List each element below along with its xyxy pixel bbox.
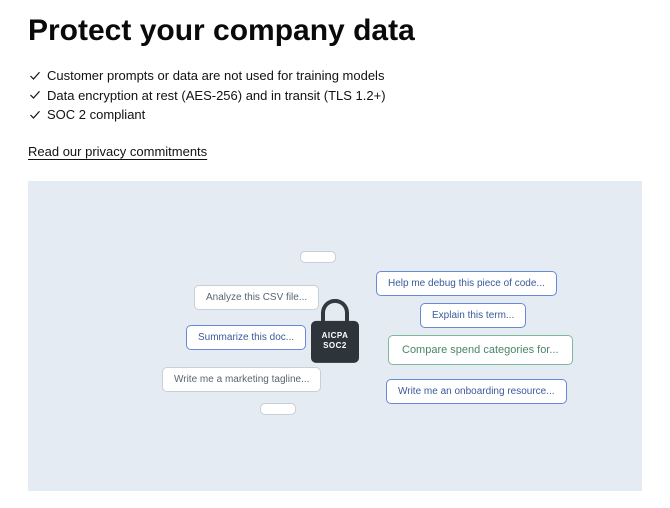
prompt-chip-explain: Explain this term... (420, 303, 526, 328)
privacy-link[interactable]: Read our privacy commitments (28, 144, 207, 159)
check-icon (28, 69, 41, 82)
prompt-chip-analyze-csv: Analyze this CSV file... (194, 285, 319, 310)
decorative-chip (260, 403, 296, 415)
list-item: Customer prompts or data are not used fo… (28, 66, 642, 86)
list-item-text: Data encryption at rest (AES-256) and in… (47, 86, 386, 106)
list-item: SOC 2 compliant (28, 105, 642, 125)
feature-list: Customer prompts or data are not used fo… (28, 66, 642, 125)
check-icon (28, 108, 41, 121)
lock-label-line2: SOC2 (323, 342, 347, 351)
prompt-chip-compare-spend: Compare spend categories for... (388, 335, 573, 365)
list-item-text: Customer prompts or data are not used fo… (47, 66, 384, 86)
illustration-panel: Analyze this CSV file... Write me a mark… (28, 181, 642, 491)
check-icon (28, 89, 41, 102)
prompt-chip-marketing: Write me a marketing tagline... (162, 367, 321, 392)
lock-icon: AICPA SOC2 (307, 298, 363, 362)
list-item-text: SOC 2 compliant (47, 105, 145, 125)
prompt-chip-onboarding: Write me an onboarding resource... (386, 379, 567, 404)
lock-label-line1: AICPA (322, 332, 349, 341)
list-item: Data encryption at rest (AES-256) and in… (28, 86, 642, 106)
page-title: Protect your company data (28, 14, 642, 48)
decorative-chip (300, 251, 336, 263)
prompt-chip-debug: Help me debug this piece of code... (376, 271, 557, 296)
prompt-chip-summarize: Summarize this doc... (186, 325, 306, 350)
